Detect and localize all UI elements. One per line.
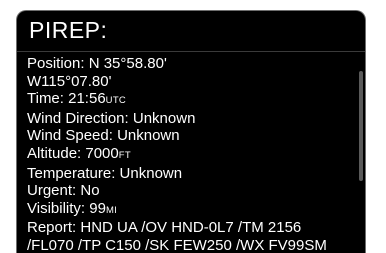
temperature-value: Unknown (119, 164, 183, 182)
report-row: Report: HND UA /OV HND-0L7 /TM 2156 (27, 219, 357, 237)
visibility-unit: MI (105, 204, 118, 216)
position-row: Position: N 35°58.80' (27, 55, 357, 73)
title-divider (17, 51, 365, 52)
position-longitude-row: W115°07.80' (27, 73, 357, 91)
time-value: 21:56 (68, 90, 106, 108)
position-latitude: N 35°58.80' (88, 55, 167, 72)
wind-direction-value: Unknown (132, 109, 196, 127)
window-title: PIREP: (29, 17, 108, 43)
wind-direction-label: Wind Direction: (27, 109, 129, 127)
temperature-label: Temperature: (27, 164, 116, 182)
report-text-line-1: HND UA /OV HND-0L7 /TM 2156 (80, 219, 302, 237)
urgent-row: Urgent: No (27, 182, 357, 200)
report-text-line-2: /FL070 /TP C150 /SK FEW250 /WX FV99SM (27, 236, 327, 253)
visibility-value: 99 (89, 199, 106, 217)
altitude-unit: FT (118, 149, 131, 161)
visibility-row: Visibility: 99MI (27, 200, 357, 220)
temperature-row: Temperature: Unknown (27, 165, 357, 183)
altitude-row: Altitude: 7000FT (27, 145, 357, 165)
altitude-label: Altitude: (27, 144, 82, 162)
urgent-value: No (80, 182, 100, 200)
position-longitude: W115°07.80' (27, 72, 112, 90)
time-unit: UTC (105, 95, 127, 107)
pirep-window: PIREP: Position: N 35°58.80' W115°07.80'… (16, 10, 366, 253)
report-label: Report: (27, 219, 77, 237)
time-row: Time: 21:56UTC (27, 90, 357, 110)
pirep-details[interactable]: Position: N 35°58.80' W115°07.80' Time: … (27, 55, 357, 253)
urgent-label: Urgent: (27, 182, 77, 200)
time-label: Time: (27, 90, 64, 108)
position-label: Position: (27, 55, 85, 72)
wind-speed-label: Wind Speed: (27, 127, 113, 145)
wind-speed-value: Unknown (117, 127, 180, 145)
visibility-label: Visibility: (27, 199, 86, 217)
altitude-value: 7000 (85, 144, 119, 162)
wind-speed-row: Wind Speed: Unknown (27, 127, 357, 145)
report-continuation-row: /FL070 /TP C150 /SK FEW250 /WX FV99SM (27, 237, 357, 253)
wind-direction-row: Wind Direction: Unknown (27, 110, 357, 128)
scrollbar[interactable] (359, 71, 363, 181)
